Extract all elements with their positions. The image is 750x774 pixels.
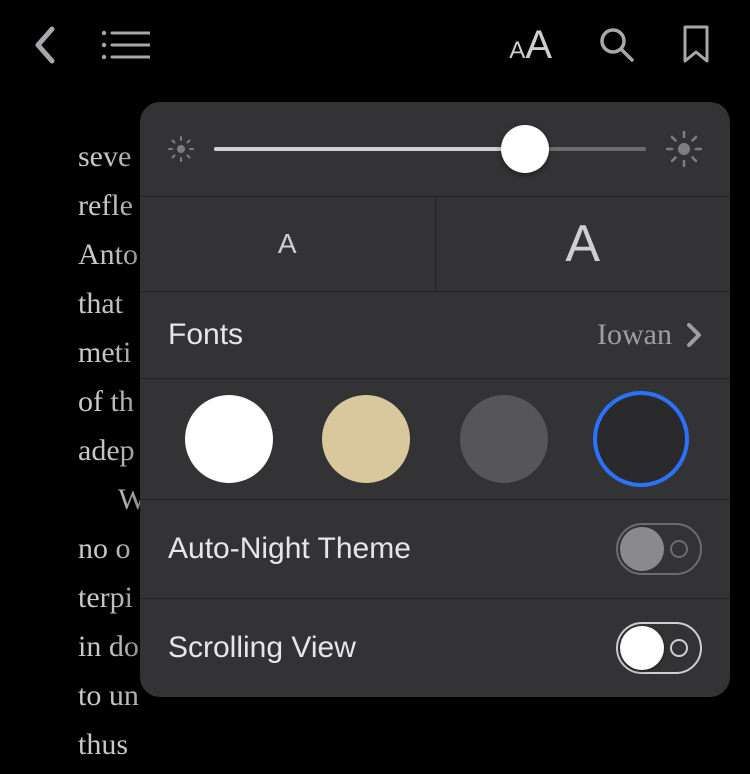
brightness-slider[interactable] xyxy=(214,129,646,169)
appearance-popover: A A Fonts Iowan Auto-Night Theme Scrolli… xyxy=(140,102,730,697)
auto-night-row: Auto-Night Theme xyxy=(140,499,730,598)
scrolling-view-toggle[interactable] xyxy=(616,622,702,674)
scrolling-view-row: Scrolling View xyxy=(140,598,730,697)
chevron-right-icon xyxy=(686,322,702,348)
theme-row xyxy=(140,378,730,499)
appearance-icon[interactable]: AA xyxy=(509,23,552,68)
font-size-row: A A xyxy=(140,196,730,291)
scrolling-view-label: Scrolling View xyxy=(168,631,356,665)
top-toolbar: AA xyxy=(0,0,750,90)
back-icon[interactable] xyxy=(32,25,56,65)
brightness-high-icon xyxy=(666,131,702,167)
table-of-contents-icon[interactable] xyxy=(100,28,150,62)
brightness-row xyxy=(140,102,730,196)
theme-gray[interactable] xyxy=(460,395,548,483)
theme-sepia[interactable] xyxy=(322,395,410,483)
theme-black[interactable] xyxy=(597,395,685,483)
increase-font-button[interactable]: A xyxy=(436,197,731,291)
bookmark-icon[interactable] xyxy=(682,25,710,65)
brightness-low-icon xyxy=(168,136,194,162)
fonts-row[interactable]: Fonts Iowan xyxy=(140,291,730,378)
search-icon[interactable] xyxy=(598,26,636,64)
fonts-value: Iowan xyxy=(597,318,672,352)
auto-night-label: Auto-Night Theme xyxy=(168,532,411,566)
theme-white[interactable] xyxy=(185,395,273,483)
decrease-font-button[interactable]: A xyxy=(140,197,436,291)
auto-night-toggle[interactable] xyxy=(616,523,702,575)
fonts-label: Fonts xyxy=(168,318,243,352)
